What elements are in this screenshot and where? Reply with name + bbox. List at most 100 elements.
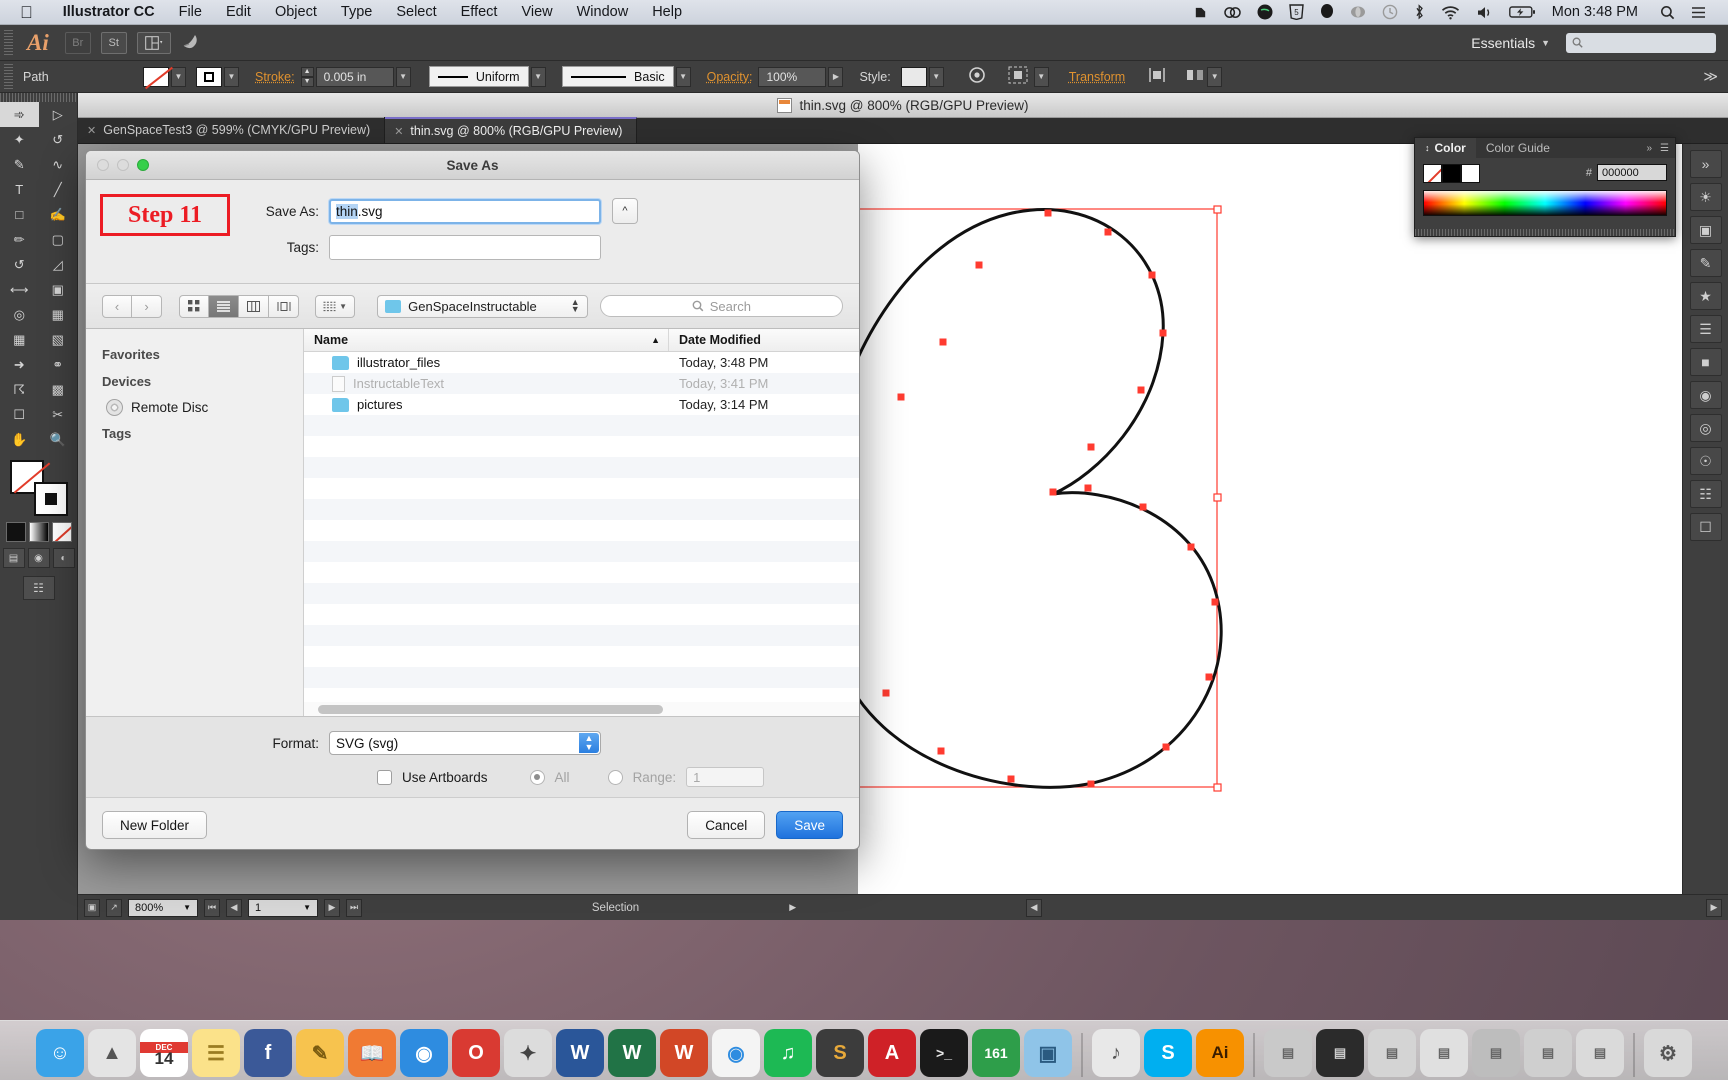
save-as-input[interactable]: thin.svg [329, 199, 601, 224]
tags-input[interactable] [329, 235, 601, 260]
last-artboard-icon[interactable]: ⏭ [346, 899, 362, 917]
share-icon[interactable]: ↗ [106, 899, 122, 917]
sound-icon[interactable]: ♪ [1092, 1029, 1140, 1077]
distribute-icon[interactable] [1185, 66, 1205, 87]
panel-expand-icon[interactable]: » [1646, 143, 1652, 154]
table-row[interactable]: InstructableText Today, 3:41 PM [304, 373, 859, 394]
excel-icon[interactable]: W [608, 1029, 656, 1077]
stroke-indicator[interactable] [34, 482, 68, 516]
hex-input[interactable] [1597, 164, 1667, 181]
window-thumb-4[interactable]: ▤ [1420, 1029, 1468, 1077]
close-tab-icon[interactable]: ✕ [394, 125, 403, 138]
menu-item-help[interactable]: Help [640, 4, 694, 20]
skype-icon[interactable]: S [1144, 1029, 1192, 1077]
none-swatch[interactable] [1423, 164, 1442, 183]
black-swatch[interactable] [1442, 164, 1461, 183]
rectangle-tool[interactable]: □ [0, 202, 39, 227]
controlbar-grip[interactable] [4, 64, 13, 90]
evernote-icon[interactable] [1193, 5, 1208, 20]
none-mode[interactable] [52, 522, 72, 542]
draw-inside[interactable]: ◐ [53, 548, 75, 568]
notes-icon[interactable]: ☰ [192, 1029, 240, 1077]
eyedropper-tool[interactable]: ➜ [0, 352, 39, 377]
stroke-weight-value[interactable]: 0.005 in [316, 67, 394, 87]
menu-item-window[interactable]: Window [565, 4, 641, 20]
table-row[interactable]: illustrator_files Today, 3:48 PM [304, 352, 859, 373]
folder-stepper-icon[interactable]: ▲▼ [571, 299, 580, 313]
fill-swatch[interactable] [143, 67, 169, 87]
brush-chevron-down-icon[interactable]: ▼ [676, 67, 691, 87]
column-header-date[interactable]: Date Modified [669, 329, 859, 351]
menu-item-select[interactable]: Select [384, 4, 448, 20]
dropbox-icon[interactable] [1350, 4, 1366, 20]
menu-item-effect[interactable]: Effect [449, 4, 510, 20]
sidebar-item-remote-disc[interactable]: Remote Disc [86, 395, 303, 420]
apple-menu-icon[interactable]:  [20, 4, 33, 21]
transparency-panel-icon[interactable]: ◉ [1690, 381, 1722, 409]
rotate-tool[interactable]: ↺ [0, 252, 39, 277]
cancel-button[interactable]: Cancel [687, 811, 765, 839]
first-artboard-icon[interactable]: ⏮ [204, 899, 220, 917]
stock-button[interactable]: St [101, 32, 127, 54]
scroll-left-arrow[interactable]: ◀ [1026, 899, 1042, 917]
recolor-artwork-icon[interactable] [966, 65, 988, 88]
list-view-icon[interactable] [209, 295, 239, 318]
mesh-tool[interactable]: ▦ [0, 327, 39, 352]
draw-normal[interactable]: ▤ [3, 548, 25, 568]
stroke-weight-stepper[interactable]: ▲▼ [301, 67, 314, 87]
distribute-chevron-down-icon[interactable]: ▼ [1207, 67, 1222, 87]
symbols-panel-icon[interactable]: ★ [1690, 282, 1722, 310]
zoom-level-field[interactable]: 800% ▼ [128, 899, 198, 917]
menu-item-object[interactable]: Object [263, 4, 329, 20]
ibooks-icon[interactable]: 📖 [348, 1029, 396, 1077]
free-transform-tool[interactable]: ▣ [39, 277, 78, 302]
previous-artboard-icon[interactable]: ◀ [226, 899, 242, 917]
back-chevron-icon[interactable]: ‹ [102, 295, 132, 318]
horizontal-scrollbar[interactable] [304, 702, 859, 716]
toolbox-grip[interactable] [0, 93, 77, 102]
perspective-grid-tool[interactable]: ▦ [39, 302, 78, 327]
change-screen-mode[interactable]: ☷ [0, 576, 77, 600]
format-stepper-icon[interactable]: ▲▼ [579, 733, 599, 753]
opera-icon[interactable]: O [452, 1029, 500, 1077]
appbar-grip[interactable] [4, 30, 13, 56]
window-thumb-5[interactable]: ▤ [1472, 1029, 1520, 1077]
transform-label[interactable]: Transform [1069, 70, 1126, 84]
layers-panel-icon[interactable]: ☷ [1690, 480, 1722, 508]
table-row[interactable]: pictures Today, 3:14 PM [304, 394, 859, 415]
column-graph-tool[interactable]: ▩ [39, 377, 78, 402]
use-artboards-checkbox[interactable] [377, 770, 392, 785]
current-folder-popup[interactable]: GenSpaceInstructable ▲▼ [377, 295, 588, 318]
artboard-chevron-down-icon[interactable]: ▼ [303, 903, 311, 912]
creative-cloud-icon[interactable] [1224, 5, 1241, 20]
direct-selection-tool[interactable]: ▷ [39, 102, 78, 127]
word-icon[interactable]: W [556, 1029, 604, 1077]
width-tool[interactable]: ⟷ [0, 277, 39, 302]
artboards-panel-icon[interactable]: ☐ [1690, 513, 1722, 541]
type-tool[interactable]: T [0, 177, 39, 202]
zoom-chevron-down-icon[interactable]: ▼ [183, 903, 191, 912]
opacity-chevron-right-icon[interactable]: ▶ [828, 67, 843, 87]
finder-icon[interactable]: ☺ [36, 1029, 84, 1077]
stroke-chevron-down-icon[interactable]: ▼ [224, 67, 239, 87]
spotify-icon[interactable] [1257, 4, 1273, 20]
inkscape-icon[interactable]: ✦ [504, 1029, 552, 1077]
gradient-panel-icon[interactable]: ■ [1690, 348, 1722, 376]
white-swatch[interactable] [1461, 164, 1480, 183]
range-radio[interactable] [608, 770, 623, 785]
artboard-number-field[interactable]: 1 ▼ [248, 899, 318, 917]
scrollbar-thumb[interactable] [318, 705, 663, 714]
terminal-icon[interactable]: >_ [920, 1029, 968, 1077]
controlbar-overflow-icon[interactable]: ≫ [1703, 68, 1728, 85]
paintbrush-tool[interactable]: ✍ [39, 202, 78, 227]
window-thumb-7[interactable]: ▤ [1576, 1029, 1624, 1077]
panel-menu-icon[interactable]: ☰ [1660, 143, 1669, 154]
chrome-icon[interactable]: ◉ [712, 1029, 760, 1077]
spotify-icon[interactable]: ♫ [764, 1029, 812, 1077]
fit-artboard-icon[interactable]: ▣ [84, 899, 100, 917]
sort-ascending-caret[interactable]: ▲ [651, 335, 660, 345]
document-tab-thin-svg[interactable]: ✕ thin.svg @ 800% (RGB/GPU Preview) [385, 117, 637, 143]
preview-icon[interactable]: ▣ [1024, 1029, 1072, 1077]
new-folder-button[interactable]: New Folder [102, 811, 207, 839]
opacity-label[interactable]: Opacity: [707, 70, 753, 84]
